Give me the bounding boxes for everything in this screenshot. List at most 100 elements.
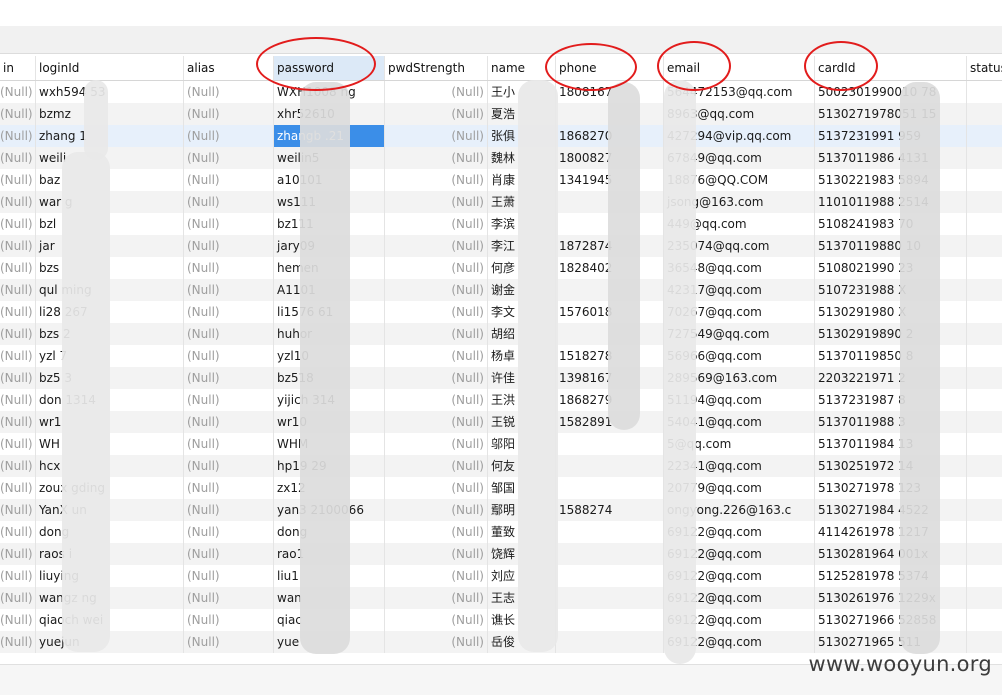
cell-pwdstrength[interactable]: (Null)	[385, 631, 488, 653]
cell-alias[interactable]: (Null)	[184, 367, 274, 389]
cell-loginid[interactable]: war g	[36, 191, 184, 213]
cell-loginid[interactable]: bzmz	[36, 103, 184, 125]
cell-in[interactable]: (Null)	[0, 191, 36, 213]
cell-pwdstrength[interactable]: (Null)	[385, 543, 488, 565]
cell-cardid[interactable]: 5130271978051 15	[815, 103, 967, 125]
cell-status[interactable]	[967, 235, 1002, 257]
cell-pwdstrength[interactable]: (Null)	[385, 257, 488, 279]
table-row[interactable]: (Null) yzl 7 (Null) yzl10 (Null) 杨卓 1518278 569…	[0, 345, 1002, 367]
cell-status[interactable]	[967, 455, 1002, 477]
cell-pwdstrength[interactable]: (Null)	[385, 81, 488, 103]
cell-alias[interactable]: (Null)	[184, 323, 274, 345]
cell-in[interactable]: (Null)	[0, 169, 36, 191]
cell-cardid[interactable]: 51302919890 2	[815, 323, 967, 345]
cell-pwdstrength[interactable]: (Null)	[385, 455, 488, 477]
cell-phone[interactable]: 1588274	[556, 499, 664, 521]
column-header-in[interactable]: in	[0, 56, 36, 80]
cell-in[interactable]: (Null)	[0, 609, 36, 631]
cell-alias[interactable]: (Null)	[184, 81, 274, 103]
table-row[interactable]: (Null) bz5 3 (Null) bz518 (Null) 许佳 1398167 289…	[0, 367, 1002, 389]
cell-cardid[interactable]: 5130291980 X	[815, 301, 967, 323]
cell-phone[interactable]	[556, 477, 664, 499]
table-row[interactable]: (Null) bzl (Null) bz111 (Null) 李滨 449@qq.com 51…	[0, 213, 1002, 235]
cell-cardid[interactable]: 5130251972 14	[815, 455, 967, 477]
cell-pwdstrength[interactable]: (Null)	[385, 147, 488, 169]
cell-alias[interactable]: (Null)	[184, 125, 274, 147]
cell-pwdstrength[interactable]: (Null)	[385, 411, 488, 433]
cell-cardid[interactable]: 5107231988 X	[815, 279, 967, 301]
cell-loginid[interactable]: WH	[36, 433, 184, 455]
cell-alias[interactable]: (Null)	[184, 433, 274, 455]
cell-in[interactable]: (Null)	[0, 587, 36, 609]
cell-loginid[interactable]: wangz ng	[36, 587, 184, 609]
cell-alias[interactable]: (Null)	[184, 521, 274, 543]
cell-alias[interactable]: (Null)	[184, 235, 274, 257]
cell-status[interactable]	[967, 125, 1002, 147]
cell-cardid[interactable]: 5137011986 4131	[815, 147, 967, 169]
cell-pwdstrength[interactable]: (Null)	[385, 499, 488, 521]
cell-in[interactable]: (Null)	[0, 301, 36, 323]
cell-pwdstrength[interactable]: (Null)	[385, 477, 488, 499]
table-row[interactable]: (Null) weili (Null) weilin5 (Null) 魏林 1800827 6…	[0, 147, 1002, 169]
table-row[interactable]: (Null)bzmz(Null)xhr52610(Null)夏浩8963@qq.…	[0, 103, 1002, 125]
cell-alias[interactable]: (Null)	[184, 103, 274, 125]
table-row[interactable]: (Null) dong (Null) dong (Null) 董致 69122@qq.com…	[0, 521, 1002, 543]
cell-alias[interactable]: (Null)	[184, 455, 274, 477]
cell-cardid[interactable]: 2203221971 2	[815, 367, 967, 389]
cell-loginid[interactable]: yzl 7	[36, 345, 184, 367]
cell-alias[interactable]: (Null)	[184, 191, 274, 213]
cell-pwdstrength[interactable]: (Null)	[385, 169, 488, 191]
cell-alias[interactable]: (Null)	[184, 411, 274, 433]
cell-phone[interactable]	[556, 587, 664, 609]
cell-cardid[interactable]: 5130281964 001x	[815, 543, 967, 565]
cell-status[interactable]	[967, 191, 1002, 213]
cell-alias[interactable]: (Null)	[184, 499, 274, 521]
cell-loginid[interactable]: wr1	[36, 411, 184, 433]
table-row[interactable]: (Null) liuying (Null) liu1 (Null) 刘应 69122@qq.…	[0, 565, 1002, 587]
cell-in[interactable]: (Null)	[0, 499, 36, 521]
cell-cardid[interactable]: 5130271978 123	[815, 477, 967, 499]
table-row[interactable]: (Null) bzs 2 (Null) huhor (Null) 胡绍 727549@qq.…	[0, 323, 1002, 345]
cell-status[interactable]	[967, 521, 1002, 543]
cell-alias[interactable]: (Null)	[184, 279, 274, 301]
cell-in[interactable]: (Null)	[0, 345, 36, 367]
cell-alias[interactable]: (Null)	[184, 301, 274, 323]
table-row[interactable]: (Null)li28 267(Null)li1576 61(Null)李文157…	[0, 301, 1002, 323]
cell-status[interactable]	[967, 257, 1002, 279]
cell-loginid[interactable]: zoux gding	[36, 477, 184, 499]
cell-loginid[interactable]: YanX un	[36, 499, 184, 521]
cell-pwdstrength[interactable]: (Null)	[385, 521, 488, 543]
cell-pwdstrength[interactable]: (Null)	[385, 565, 488, 587]
cell-pwdstrength[interactable]: (Null)	[385, 301, 488, 323]
cell-pwdstrength[interactable]: (Null)	[385, 609, 488, 631]
cell-status[interactable]	[967, 147, 1002, 169]
cell-cardid[interactable]: 5130261976 1229x	[815, 587, 967, 609]
column-header-loginId[interactable]: loginId	[36, 56, 184, 80]
table-row[interactable]: (Null) jar (Null) jary09 (Null) 李江 1872874 2350…	[0, 235, 1002, 257]
cell-status[interactable]	[967, 609, 1002, 631]
cell-pwdstrength[interactable]: (Null)	[385, 389, 488, 411]
cell-status[interactable]	[967, 565, 1002, 587]
cell-in[interactable]: (Null)	[0, 565, 36, 587]
cell-cardid[interactable]: 4114261978 1217	[815, 521, 967, 543]
cell-status[interactable]	[967, 367, 1002, 389]
cell-cardid[interactable]: 51370119880 10	[815, 235, 967, 257]
cell-alias[interactable]: (Null)	[184, 477, 274, 499]
cell-in[interactable]: (Null)	[0, 389, 36, 411]
cell-status[interactable]	[967, 587, 1002, 609]
cell-pwdstrength[interactable]: (Null)	[385, 125, 488, 147]
cell-alias[interactable]: (Null)	[184, 147, 274, 169]
cell-in[interactable]: (Null)	[0, 279, 36, 301]
cell-alias[interactable]: (Null)	[184, 389, 274, 411]
column-header-status[interactable]: status	[967, 56, 1002, 80]
cell-alias[interactable]: (Null)	[184, 609, 274, 631]
cell-in[interactable]: (Null)	[0, 257, 36, 279]
cell-pwdstrength[interactable]: (Null)	[385, 433, 488, 455]
cell-status[interactable]	[967, 631, 1002, 653]
table-row[interactable]: (Null) yuejun (Null) yue (Null) 岳俊 69122@qq.co…	[0, 631, 1002, 653]
cell-cardid[interactable]: 1101011988 2514	[815, 191, 967, 213]
cell-pwdstrength[interactable]: (Null)	[385, 323, 488, 345]
cell-status[interactable]	[967, 411, 1002, 433]
cell-cardid[interactable]: 5137231991 959	[815, 125, 967, 147]
cell-loginid[interactable]: jar	[36, 235, 184, 257]
